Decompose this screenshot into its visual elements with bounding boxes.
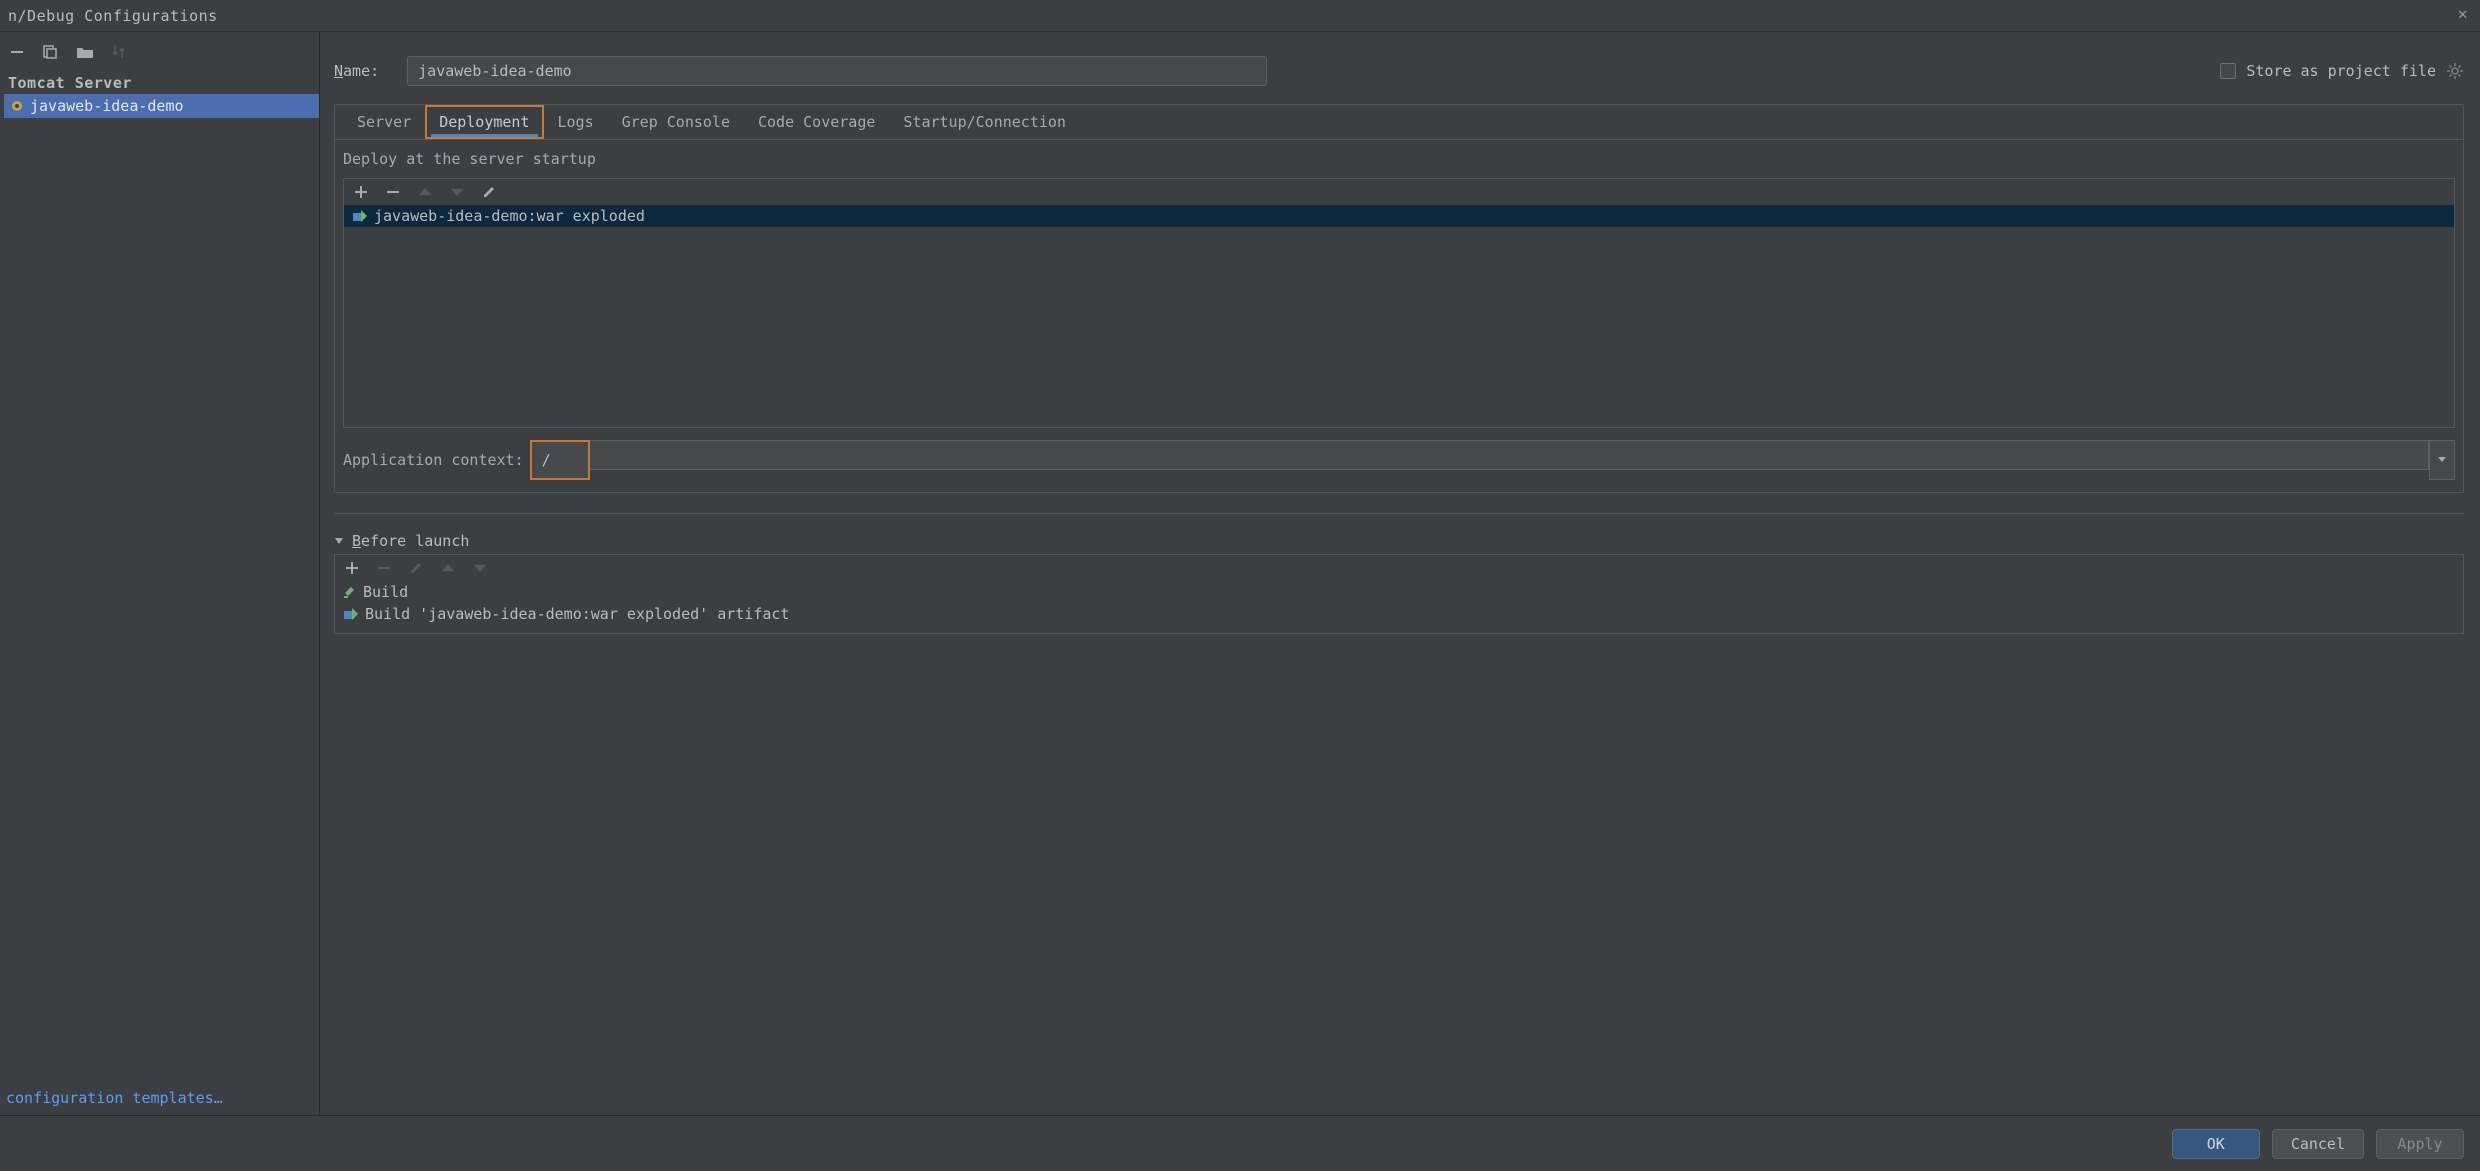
deployment-item[interactable]: javaweb-idea-demo:war exploded [344,205,2454,227]
bl-item-label: Build 'javaweb-idea-demo:war exploded' a… [365,605,789,623]
deployment-tab-panel: Server Deployment Logs Grep Console Code… [334,104,2464,493]
tab-code-coverage[interactable]: Code Coverage [744,105,889,139]
application-context-dropdown-button[interactable] [2429,440,2455,480]
name-input[interactable] [407,56,1267,86]
edit-icon[interactable] [482,185,496,199]
move-down-icon [450,187,464,197]
tab-deployment[interactable]: Deployment [425,105,543,139]
collapse-icon [334,536,344,546]
application-context-label: Application context: [343,451,524,469]
copy-icon[interactable] [42,44,58,60]
store-as-project-file-label: Store as project file [2246,62,2436,80]
add-icon[interactable] [354,185,368,199]
tab-grep-console[interactable]: Grep Console [608,105,744,139]
tree-group-tomcat[interactable]: Tomcat Server [4,72,319,94]
bl-item-build[interactable]: Build [335,581,2463,603]
tab-logs[interactable]: Logs [544,105,608,139]
store-as-project-file-checkbox[interactable] [2220,63,2236,79]
before-launch-panel: Before launch [334,528,2464,634]
artifact-icon [352,209,368,223]
bl-edit-icon [409,561,423,575]
title-bar: n/Debug Configurations ✕ [0,0,2480,32]
move-up-icon [418,187,432,197]
configurations-tree: Tomcat Server javaweb-idea-demo [0,72,319,1081]
bl-move-up-icon [441,563,455,573]
sidebar: Tomcat Server javaweb-idea-demo configur… [0,32,320,1115]
deployment-list: javaweb-idea-demo:war exploded [343,178,2455,428]
bl-item-build-artifact[interactable]: Build 'javaweb-idea-demo:war exploded' a… [335,603,2463,625]
dialog-footer: OK Cancel Apply [0,1115,2480,1171]
before-launch-list: Build Build 'javaweb-idea-demo:war explo… [334,554,2464,634]
sidebar-toolbar [0,32,319,72]
tomcat-icon [10,99,24,113]
cancel-button[interactable]: Cancel [2272,1129,2364,1159]
name-label: Name: [334,62,379,80]
apply-button[interactable]: Apply [2376,1129,2464,1159]
bl-move-down-icon [473,563,487,573]
ok-button[interactable]: OK [2172,1129,2260,1159]
tab-startup-connection[interactable]: Startup/Connection [889,105,1080,139]
main-panel: Name: Store as project file Server Deplo… [320,32,2480,1115]
folder-icon[interactable] [76,45,94,59]
artifact-icon [343,607,359,621]
tabs: Server Deployment Logs Grep Console Code… [335,105,2463,140]
gear-icon[interactable] [2446,62,2464,80]
deployment-item-label: javaweb-idea-demo:war exploded [374,207,645,225]
before-launch-header[interactable]: Before launch [334,528,2464,554]
application-context-value-highlight[interactable]: / [530,440,590,480]
tree-item-label: javaweb-idea-demo [30,97,184,115]
bl-add-icon[interactable] [345,561,359,575]
bl-item-label: Build [363,583,408,601]
hammer-icon [343,585,357,599]
minus-icon[interactable] [10,45,24,59]
window-title: n/Debug Configurations [8,7,218,25]
tab-server[interactable]: Server [343,105,425,139]
deploy-section-label: Deploy at the server startup [343,150,2455,168]
configuration-templates-link[interactable]: configuration templates… [0,1081,319,1115]
tree-item-javaweb-idea-demo[interactable]: javaweb-idea-demo [4,94,319,118]
remove-icon[interactable] [386,185,400,199]
close-icon[interactable]: ✕ [2458,4,2468,23]
chevron-down-icon [2437,456,2447,464]
application-context-input[interactable] [588,440,2429,470]
sort-icon [112,44,128,60]
bl-remove-icon [377,561,391,575]
